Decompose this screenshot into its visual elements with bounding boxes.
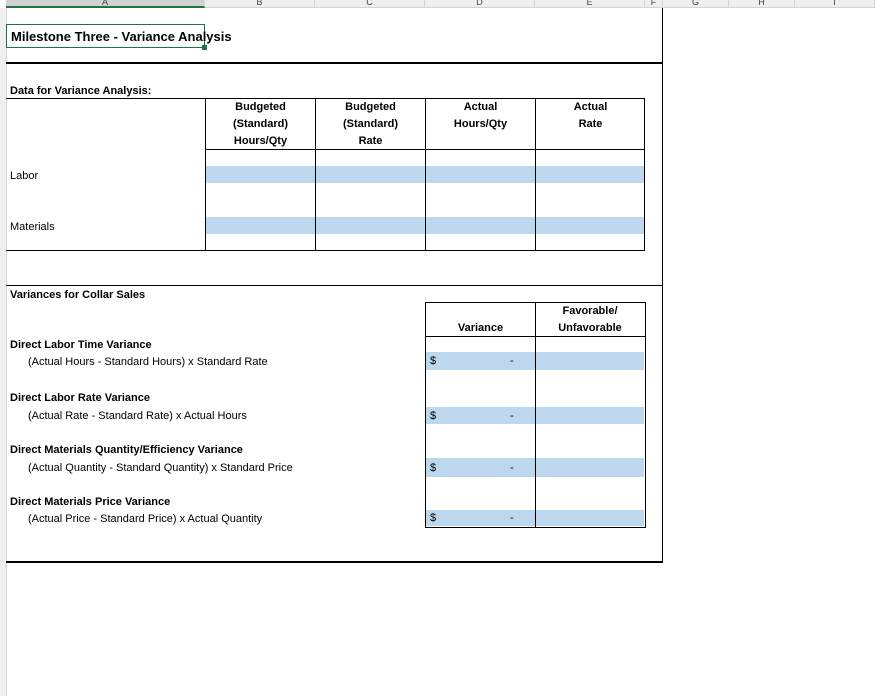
header-line: (Standard) — [206, 116, 315, 133]
currency-symbol: $ — [430, 355, 436, 367]
header-budgeted-rate: Budgeted (Standard) Rate — [316, 99, 425, 150]
materials-price-fav-cell[interactable] — [536, 510, 644, 526]
variances-heading: Variances for Collar Sales — [10, 289, 145, 301]
materials-qty-variance-cell[interactable]: $- — [426, 458, 535, 477]
header-line: Rate — [536, 116, 645, 133]
divider-thick-bottom — [6, 561, 663, 563]
header-line: Budgeted — [206, 99, 315, 116]
variance-name: Direct Materials Price Variance — [10, 496, 170, 508]
header-line: Budgeted — [316, 99, 425, 116]
materials-budgeted-qty-input[interactable] — [206, 217, 315, 234]
header-variance: Variance — [426, 320, 535, 337]
currency-symbol: $ — [430, 410, 436, 422]
variance-name: Direct Labor Rate Variance — [10, 392, 150, 404]
labor-rate-variance-cell[interactable]: $- — [426, 407, 535, 424]
page-title: Milestone Three - Variance Analysis — [11, 29, 232, 44]
header-line: (Standard) — [316, 116, 425, 133]
variance-name: Direct Materials Quantity/Efficiency Var… — [10, 444, 243, 456]
header-line: Rate — [316, 133, 425, 150]
variance-value: - — [510, 410, 514, 422]
row-label-materials: Materials — [10, 221, 55, 233]
column-header-e[interactable]: E — [535, 0, 645, 8]
variance-value: - — [510, 462, 514, 474]
labor-time-fav-cell[interactable] — [536, 352, 644, 370]
materials-price-variance-cell[interactable]: $- — [426, 510, 535, 526]
materials-qty-fav-cell[interactable] — [536, 458, 644, 477]
variance-value: - — [510, 512, 514, 524]
materials-actual-rate-input[interactable] — [536, 217, 644, 234]
header-budgeted-hours: Budgeted (Standard) Hours/Qty — [206, 99, 315, 150]
header-actual-hours: Actual Hours/Qty — [426, 99, 535, 133]
header-line: Favorable/ — [536, 303, 644, 320]
header-line: Hours/Qty — [206, 133, 315, 150]
column-header-f[interactable]: F — [645, 0, 663, 8]
materials-actual-qty-input[interactable] — [426, 217, 535, 234]
labor-actual-hours-input[interactable] — [426, 166, 535, 183]
variance-formula: (Actual Rate - Standard Rate) x Actual H… — [28, 410, 247, 422]
labor-budgeted-rate-input[interactable] — [316, 166, 425, 183]
header-line: Actual — [536, 99, 645, 116]
column-header-i[interactable]: I — [795, 0, 875, 8]
row-label-labor: Labor — [10, 170, 38, 182]
variance-formula: (Actual Price - Standard Price) x Actual… — [28, 513, 262, 525]
column-header-a[interactable]: A — [6, 0, 205, 8]
header-line: Actual — [426, 99, 535, 116]
data-section-heading: Data for Variance Analysis: — [10, 85, 151, 97]
currency-symbol: $ — [430, 512, 436, 524]
labor-time-variance-cell[interactable]: $- — [426, 352, 535, 370]
column-header-c[interactable]: C — [315, 0, 425, 8]
header-favorable-unfavorable: Favorable/ Unfavorable — [536, 303, 644, 337]
divider-thin — [6, 285, 663, 286]
header-actual-rate: Actual Rate — [536, 99, 645, 133]
fill-handle[interactable] — [202, 45, 207, 50]
variance-name: Direct Labor Time Variance — [10, 339, 152, 351]
header-line: Hours/Qty — [426, 116, 535, 133]
labor-rate-fav-cell[interactable] — [536, 407, 644, 424]
divider-thick-top — [6, 62, 663, 64]
row-headers[interactable] — [0, 8, 7, 696]
data-table-bottom — [6, 250, 645, 251]
column-header-h[interactable]: H — [729, 0, 795, 8]
variance-formula: (Actual Hours - Standard Hours) x Standa… — [28, 356, 268, 368]
labor-budgeted-hours-input[interactable] — [206, 166, 315, 183]
labor-actual-rate-input[interactable] — [536, 166, 644, 183]
column-header-b[interactable]: B — [205, 0, 315, 8]
column-header-d[interactable]: D — [425, 0, 535, 8]
header-line: Unfavorable — [536, 320, 644, 337]
variance-formula: (Actual Quantity - Standard Quantity) x … — [28, 462, 293, 474]
currency-symbol: $ — [430, 462, 436, 474]
variance-value: - — [510, 355, 514, 367]
materials-budgeted-rate-input[interactable] — [316, 217, 425, 234]
column-header-g[interactable]: G — [663, 0, 729, 8]
